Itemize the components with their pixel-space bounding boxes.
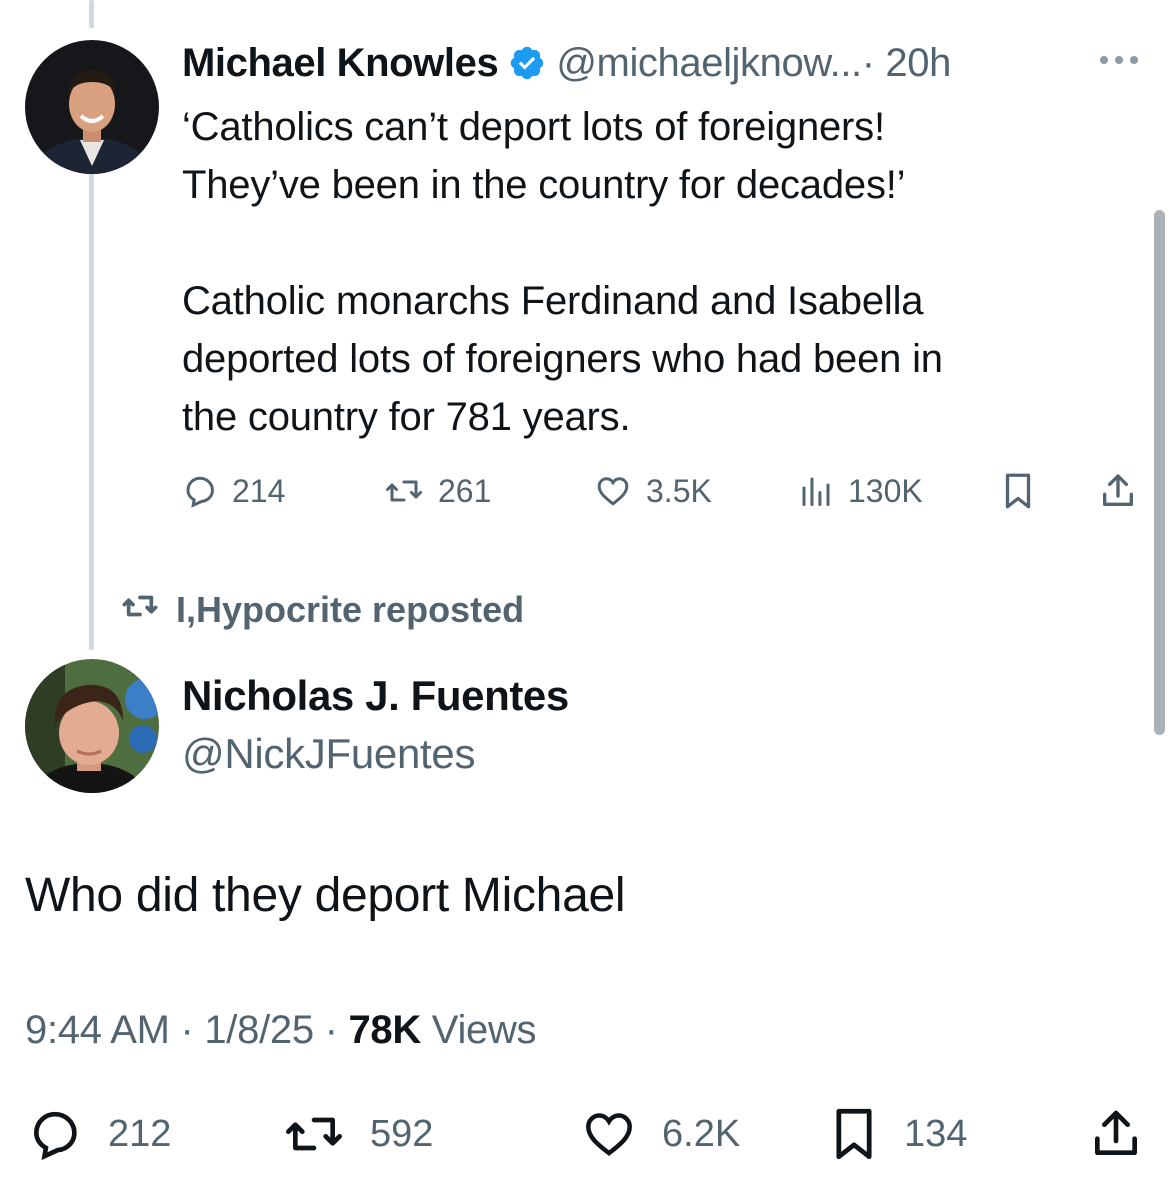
views-button[interactable]: 130K (798, 466, 923, 516)
quoted-tweet-text: ‘Catholics can’t deport lots of foreigne… (182, 98, 1122, 446)
like-icon (580, 1107, 638, 1161)
repost-icon (282, 1106, 346, 1162)
avatar-nicholas-fuentes[interactable] (25, 659, 159, 793)
main-tweet-text: Who did they deport Michael (25, 869, 626, 922)
more-icon[interactable] (1100, 50, 1146, 70)
like-count: 3.5K (646, 472, 712, 509)
meta-separator: · (180, 1008, 194, 1052)
author-handle[interactable]: @NickJFuentes (182, 730, 475, 778)
bookmark-icon (828, 1104, 880, 1164)
verified-badge-icon (508, 44, 546, 82)
reply-count: 212 (108, 1112, 172, 1155)
repost-button[interactable]: 592 (282, 1104, 433, 1164)
quoted-tweet-action-bar: 214 261 3.5K 130K (182, 466, 1144, 516)
tweet-metadata: 9:44 AM · 1/8/25 · 78K Views (25, 1008, 537, 1053)
views-count: 78K (348, 1008, 421, 1052)
bookmark-count: 134 (904, 1112, 968, 1155)
tweet-time[interactable]: · 20h (862, 41, 952, 86)
views-label: Views (431, 1008, 537, 1052)
thread-connector-line-top (89, 0, 94, 28)
tweet-text-paragraph: ‘Catholics can’t deport lots of foreigne… (182, 105, 906, 207)
tweet-detail-view: Michael Knowles @michaeljknow... · 20h ‘… (0, 0, 1174, 1200)
reply-button[interactable]: 214 (182, 466, 285, 516)
scrollbar[interactable] (1154, 210, 1165, 735)
like-button[interactable]: 3.5K (594, 466, 712, 516)
avatar-michael-knowles[interactable] (25, 40, 159, 174)
bookmark-icon (1000, 471, 1036, 511)
tweet-text-paragraph: Catholic monarchs Ferdinand and Isabella… (182, 279, 943, 439)
author-handle[interactable]: @michaeljknow... (556, 41, 862, 86)
author-name[interactable]: Michael Knowles (182, 41, 499, 86)
like-count: 6.2K (662, 1112, 741, 1155)
reply-button[interactable]: 212 (26, 1104, 171, 1164)
author-name[interactable]: Nicholas J. Fuentes (182, 672, 569, 720)
tweet-date[interactable]: 1/8/25 (204, 1008, 314, 1052)
like-button[interactable]: 6.2K (580, 1104, 740, 1164)
views-icon (798, 473, 834, 509)
repost-icon (384, 473, 424, 509)
thread-connector-line (89, 172, 94, 650)
reply-icon (182, 473, 218, 509)
quoted-tweet-header: Michael Knowles @michaeljknow... · 20h (182, 38, 951, 88)
meta-separator: · (324, 1008, 338, 1052)
like-icon (594, 473, 632, 509)
repost-button[interactable]: 261 (384, 466, 491, 516)
repost-banner[interactable]: I,Hypocrite reposted (118, 586, 524, 634)
tweet-time[interactable]: 9:44 AM (25, 1008, 170, 1052)
views-count: 130K (848, 472, 923, 509)
repost-count: 261 (438, 472, 492, 509)
repost-count: 592 (370, 1112, 434, 1155)
share-button[interactable] (1098, 466, 1138, 516)
bookmark-button[interactable]: 134 (828, 1104, 967, 1164)
bookmark-button[interactable] (1000, 466, 1036, 516)
share-button[interactable] (1088, 1104, 1144, 1164)
share-icon (1088, 1106, 1144, 1162)
reply-icon (26, 1106, 84, 1162)
repost-icon (118, 589, 176, 632)
repost-banner-label: I,Hypocrite reposted (176, 589, 525, 630)
main-tweet-action-bar: 212 592 6.2K 134 (20, 1104, 1170, 1164)
share-icon (1098, 471, 1138, 511)
reply-count: 214 (232, 472, 286, 509)
